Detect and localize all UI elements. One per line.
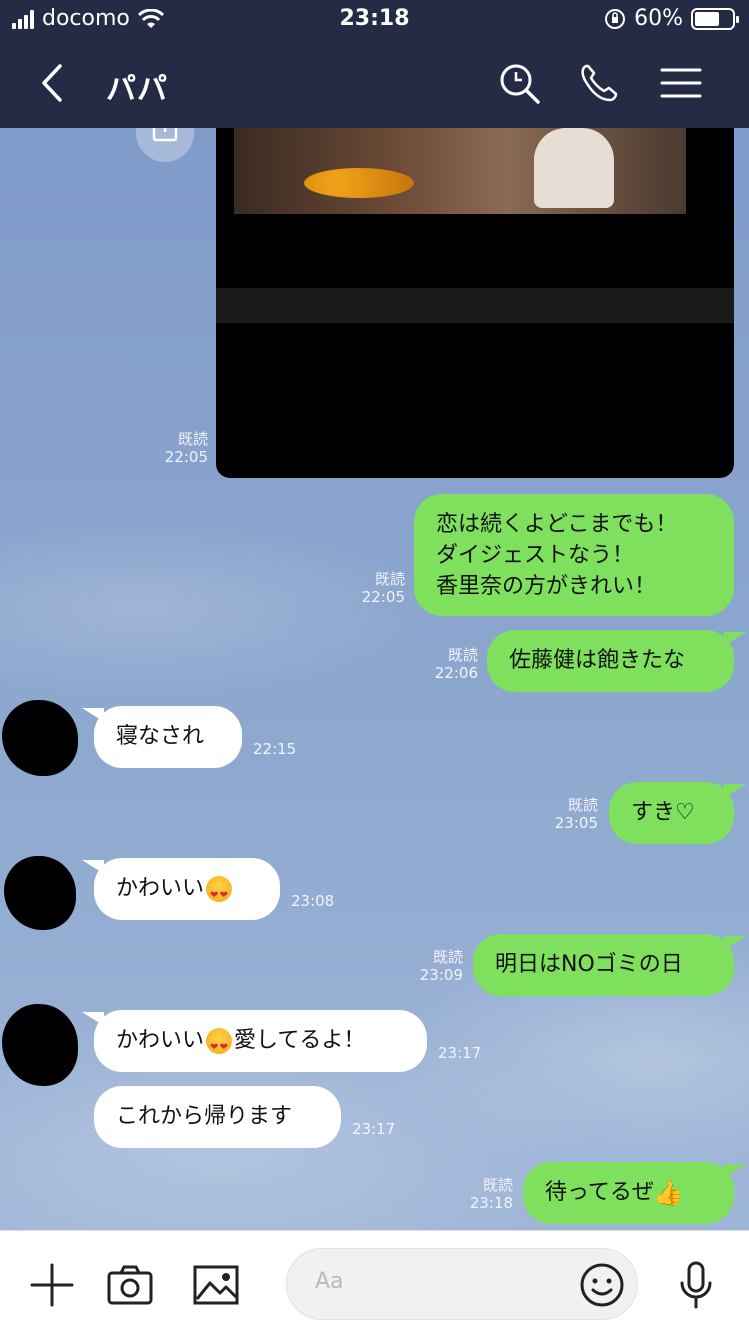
avatar[interactable] bbox=[2, 1004, 78, 1086]
message-text: 待ってるぜ bbox=[545, 1180, 654, 1205]
thumbs-up-emoji-icon: 👍 bbox=[653, 1179, 684, 1207]
microphone-icon[interactable] bbox=[672, 1261, 720, 1309]
input-bar: Aa bbox=[0, 1230, 749, 1331]
received-message[interactable]: かわいい 愛してるよ！ bbox=[82, 1010, 427, 1072]
search-icon[interactable] bbox=[496, 60, 542, 106]
message-meta: 既読 22:06 bbox=[434, 646, 478, 682]
orientation-lock-icon bbox=[605, 8, 626, 29]
video-thumbnail bbox=[234, 128, 686, 214]
image-icon[interactable] bbox=[192, 1261, 240, 1309]
video-message[interactable] bbox=[216, 128, 734, 478]
sent-message[interactable]: 明日はNOゴミの日 bbox=[473, 934, 746, 996]
heart-eyes-emoji-icon bbox=[206, 1028, 233, 1063]
chat-header: パパ bbox=[0, 40, 749, 128]
message-text: 愛してるよ！ bbox=[234, 1028, 366, 1053]
message-input[interactable]: Aa bbox=[286, 1248, 638, 1320]
message-meta: 既読 23:09 bbox=[419, 948, 463, 984]
received-message[interactable]: かわいい bbox=[82, 858, 280, 920]
battery-percent: 60% bbox=[634, 6, 683, 31]
avatar[interactable] bbox=[4, 856, 76, 930]
sent-message[interactable]: 恋は続くよどこまでも！ ダイジェストなう！ 香里奈の方がきれい！ bbox=[414, 494, 734, 616]
sent-message[interactable]: 待ってるぜ 👍 bbox=[523, 1162, 746, 1224]
camera-icon[interactable] bbox=[106, 1261, 154, 1309]
share-button[interactable] bbox=[136, 128, 194, 162]
back-icon[interactable] bbox=[30, 58, 80, 108]
avatar[interactable] bbox=[2, 700, 78, 776]
message-text: かわいい bbox=[116, 1028, 205, 1053]
message-time: 23:17 bbox=[352, 1120, 396, 1138]
chat-area[interactable]: 既読 22:05 既読 22:05 恋は続くよどこまでも！ ダイジェストなう！ 香… bbox=[0, 128, 749, 1230]
battery-icon bbox=[691, 7, 739, 30]
sent-message[interactable]: すき♡ bbox=[609, 782, 746, 844]
message-meta: 既読 23:18 bbox=[469, 1176, 513, 1212]
heart-eyes-emoji-icon bbox=[206, 876, 233, 911]
status-bar: docomo 23:18 60% bbox=[0, 0, 749, 40]
received-message[interactable]: これから帰ります bbox=[94, 1086, 341, 1148]
message-text: かわいい bbox=[116, 876, 205, 901]
input-placeholder: Aa bbox=[315, 1269, 344, 1294]
menu-icon[interactable] bbox=[658, 60, 704, 106]
message-time: 23:08 bbox=[291, 892, 335, 910]
chat-title: パパ bbox=[106, 72, 168, 107]
media-meta: 既読 22:05 bbox=[164, 430, 208, 466]
received-message[interactable]: 寝なされ bbox=[82, 706, 242, 768]
message-meta: 既読 23:05 bbox=[554, 796, 598, 832]
sent-message[interactable]: 佐藤健は飽きたな bbox=[487, 630, 746, 692]
message-time: 22:15 bbox=[253, 740, 297, 758]
message-time: 23:17 bbox=[438, 1044, 482, 1062]
message-meta: 既読 22:05 bbox=[361, 570, 405, 606]
phone-icon[interactable] bbox=[576, 60, 622, 106]
plus-icon[interactable] bbox=[28, 1261, 76, 1309]
emoji-icon[interactable] bbox=[579, 1262, 625, 1308]
share-icon bbox=[152, 128, 178, 142]
